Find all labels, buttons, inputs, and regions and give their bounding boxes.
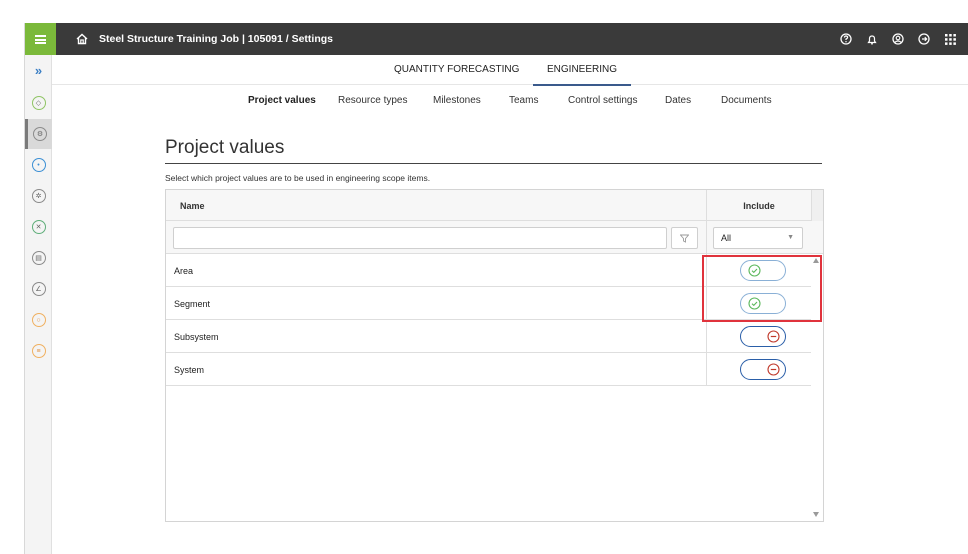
- box-icon: ◇: [31, 96, 46, 110]
- app-frame: Steel Structure Training Job | 105091 / …: [24, 23, 968, 554]
- gear-icon: ✲: [31, 189, 46, 203]
- column-header-name[interactable]: Name: [180, 201, 205, 211]
- breadcrumb[interactable]: Steel Structure Training Job | 105091 / …: [99, 23, 333, 55]
- filter-icon: [680, 234, 689, 243]
- tab-dates[interactable]: Dates: [665, 95, 691, 106]
- home-icon[interactable]: [75, 32, 89, 46]
- tab-quantity-forecasting[interactable]: QUANTITY FORECASTING: [394, 64, 519, 75]
- scroll-down-icon[interactable]: [813, 512, 819, 517]
- include-toggle[interactable]: [740, 326, 786, 347]
- rail-expand-button[interactable]: »: [25, 55, 52, 85]
- title-divider: [165, 163, 822, 164]
- menu-icon: [35, 34, 46, 44]
- help-icon[interactable]: [833, 23, 859, 55]
- rail-item-search[interactable]: ○: [25, 305, 52, 335]
- rail-item-document[interactable]: ▤: [25, 243, 52, 273]
- table-row[interactable]: System: [166, 353, 811, 386]
- minus-circle-icon: [767, 363, 780, 376]
- row-name: Subsystem: [174, 332, 219, 342]
- user-icon[interactable]: [885, 23, 911, 55]
- column-header-include[interactable]: Include: [707, 201, 811, 211]
- row-include-cell: [706, 353, 811, 386]
- tab-teams[interactable]: Teams: [509, 95, 538, 106]
- rail-item-list[interactable]: ≡: [25, 336, 52, 366]
- rail-item-tools[interactable]: ⚙: [25, 119, 52, 149]
- document-icon: ▤: [31, 251, 46, 265]
- project-values-grid: Name Include All ▼ Area Segment Subsyste…: [165, 189, 824, 522]
- name-filter-input[interactable]: [173, 227, 667, 249]
- column-header-include-cell: Include: [706, 190, 811, 221]
- rail-item-chart[interactable]: ∠: [25, 274, 52, 304]
- cube-icon: ✕: [31, 220, 46, 234]
- expand-icon: »: [34, 62, 43, 78]
- tab-documents[interactable]: Documents: [721, 95, 772, 106]
- row-include-cell: [706, 320, 811, 353]
- tab-milestones[interactable]: Milestones: [433, 95, 481, 106]
- sub-tabs: Project values Resource types Milestones…: [52, 85, 968, 119]
- left-rail: » ◇ ⚙ • ✲ ✕ ▤ ∠ ○ ≡: [25, 55, 52, 554]
- row-name: System: [174, 365, 205, 375]
- rail-item-gear[interactable]: ✲: [25, 181, 52, 211]
- list-icon: ≡: [31, 344, 46, 358]
- include-filter-value: All: [721, 233, 732, 243]
- tab-resource-types[interactable]: Resource types: [338, 95, 407, 106]
- apps-grid-icon[interactable]: [937, 23, 963, 55]
- rail-item-cube[interactable]: ✕: [25, 212, 52, 242]
- include-filter-select[interactable]: All ▼: [713, 227, 803, 249]
- rail-item-target[interactable]: •: [25, 150, 52, 180]
- chevron-down-icon: ▼: [787, 234, 794, 241]
- main-tabs: QUANTITY FORECASTING ENGINEERING: [52, 55, 968, 86]
- table-row[interactable]: Subsystem: [166, 320, 811, 353]
- include-toggle[interactable]: [740, 359, 786, 380]
- logout-icon[interactable]: [911, 23, 937, 55]
- tab-project-values[interactable]: Project values: [248, 95, 316, 106]
- rail-item-box[interactable]: ◇: [25, 88, 52, 118]
- page-title: Project values: [165, 137, 285, 158]
- filter-button[interactable]: [671, 227, 698, 249]
- bell-icon[interactable]: [859, 23, 885, 55]
- grid-header: Name Include: [166, 190, 823, 221]
- tools-icon: ⚙: [33, 127, 47, 141]
- target-icon: •: [31, 158, 46, 172]
- chart-icon: ∠: [31, 282, 46, 296]
- include-filter-cell: All ▼: [706, 221, 811, 254]
- tab-engineering[interactable]: ENGINEERING: [532, 64, 632, 86]
- tab-control-settings[interactable]: Control settings: [568, 95, 637, 106]
- highlight-box: [702, 255, 822, 322]
- filter-row: All ▼: [166, 221, 823, 254]
- top-icons: [833, 23, 963, 55]
- menu-button[interactable]: [25, 23, 56, 55]
- row-name: Area: [174, 266, 194, 276]
- row-name: Segment: [174, 299, 211, 309]
- top-bar: Steel Structure Training Job | 105091 / …: [25, 23, 968, 55]
- page-description: Select which project values are to be us…: [165, 173, 431, 183]
- minus-circle-icon: [767, 330, 780, 343]
- search-icon: ○: [31, 313, 46, 327]
